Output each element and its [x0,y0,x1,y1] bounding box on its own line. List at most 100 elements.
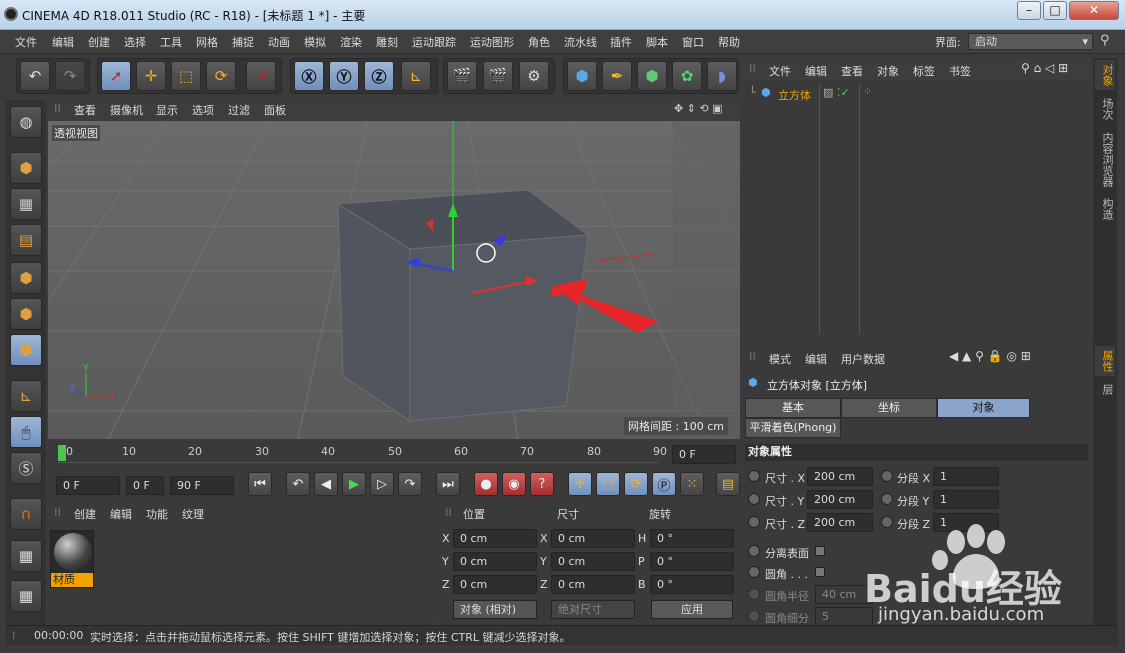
menu-help[interactable]: 帮助 [718,34,740,50]
render-view-icon[interactable]: 🎬 [447,61,477,91]
go-to-end-icon[interactable]: ⏭ [436,472,460,496]
radio[interactable] [748,588,760,600]
obj-menu-tags[interactable]: 标签 [913,63,935,79]
seg-x-input[interactable]: 1 [933,467,999,486]
viewport[interactable]: Y X Z 透视视图 网格间距 : 100 cm [48,121,740,439]
separate-surfaces-checkbox[interactable] [815,546,825,556]
search-icon[interactable]: ⚲ [1100,33,1110,48]
vp-menu-view[interactable]: 查看 [74,102,96,118]
key-rotation-icon[interactable]: ⟳ [624,472,648,496]
attr-menu-userdata[interactable]: 用户数据 [841,351,885,367]
key-position-icon[interactable]: ✛ [568,472,592,496]
menu-window[interactable]: 窗口 [682,34,704,50]
obj-menu-edit[interactable]: 编辑 [805,63,827,79]
menu-motion-tracking[interactable]: 运动跟踪 [412,34,456,50]
tweak-mode-icon[interactable]: 🖱 [10,416,42,448]
rot-b-field[interactable]: 0 ° [650,575,734,594]
prev-frame-icon[interactable]: ◀ [314,472,338,496]
radio[interactable] [881,470,893,482]
menu-edit[interactable]: 编辑 [52,34,74,50]
menu-script[interactable]: 脚本 [646,34,668,50]
move-icon[interactable]: ✛ [136,61,166,91]
pos-x-field[interactable]: 0 cm [453,529,537,548]
menu-sculpt[interactable]: 雕刻 [376,34,398,50]
vp-menu-cameras[interactable]: 摄像机 [110,102,143,118]
coord-mode-select[interactable]: 对象 (相对) [453,600,537,619]
object-row[interactable]: └ ⬢ 立方体 ▨ ⁚✓ ⁘ [743,84,1090,334]
obj-menu-file[interactable]: 文件 [769,63,791,79]
menu-pipeline[interactable]: 流水线 [564,34,597,50]
menu-create[interactable]: 创建 [88,34,110,50]
grid-workplane-icon[interactable]: ▦ [10,580,42,612]
end-frame-field[interactable]: 90 F [170,476,234,495]
attr-menu-edit[interactable]: 编辑 [805,351,827,367]
radio[interactable] [748,516,760,528]
record-keys-icon[interactable]: ● [474,472,498,496]
side-tab-layers[interactable]: 层 [1095,380,1115,399]
menu-plugins[interactable]: 插件 [610,34,632,50]
attr-menu-mode[interactable]: 模式 [769,351,791,367]
rot-h-field[interactable]: 0 ° [650,529,734,548]
timeline-playhead[interactable] [58,445,66,461]
pos-y-field[interactable]: 0 cm [453,552,537,571]
start-frame-field[interactable]: 0 F [56,476,120,495]
live-select-icon[interactable]: ➚ [101,61,131,91]
timeline[interactable]: 0 10 20 30 40 50 60 70 80 90 0 F [48,441,740,467]
object-name[interactable]: 立方体 [778,87,811,103]
render-settings-icon[interactable]: ⚙ [519,61,549,91]
side-tab-takes[interactable]: 场次 [1095,94,1115,124]
tab-phong[interactable]: 平滑着色(Phong) [745,418,841,438]
menu-select[interactable]: 选择 [124,34,146,50]
scale-icon[interactable]: ⬚ [171,61,201,91]
menu-mograph[interactable]: 运动图形 [470,34,514,50]
pos-z-field[interactable]: 0 cm [453,575,537,594]
preview-start-field[interactable]: 0 F [126,476,164,495]
menu-simulate[interactable]: 模拟 [304,34,326,50]
rot-p-field[interactable]: 0 ° [650,552,734,571]
radio[interactable] [881,493,893,505]
side-tab-objects[interactable]: 对象 [1095,60,1115,90]
y-axis-icon[interactable]: Ⓨ [329,61,359,91]
radio[interactable] [748,545,760,557]
snap-icon[interactable]: Ⓢ [10,452,42,484]
go-to-start-icon[interactable]: ⏮ [248,472,272,496]
model-mode-icon[interactable]: ⬢ [10,152,42,184]
tag-icon[interactable]: ⁘ [863,85,872,98]
size-z-field[interactable]: 0 cm [551,575,635,594]
magnet-icon[interactable]: ∩ [10,498,42,530]
layout-select[interactable]: 启动 ▾ [968,33,1093,50]
points-mode-icon[interactable]: ⬢ [10,262,42,294]
apply-button[interactable]: 应用 [651,600,733,619]
rotate-icon[interactable]: ⟳ [206,61,236,91]
z-axis-icon[interactable]: Ⓩ [364,61,394,91]
obj-nav-icons[interactable]: ⚲ ⌂ ◁ ⊞ [1021,61,1068,75]
minimize-button[interactable]: – [1017,1,1041,20]
radio[interactable] [748,493,760,505]
menu-tools[interactable]: 工具 [160,34,182,50]
vp-menu-options[interactable]: 选项 [192,102,214,118]
menu-render[interactable]: 渲染 [340,34,362,50]
recent-tool-icon[interactable]: ➚ [246,61,276,91]
material-item[interactable]: 材质 [50,530,94,588]
size-y-input[interactable]: 200 cm [807,490,873,509]
size-y-field[interactable]: 0 cm [551,552,635,571]
keyframe-selection-icon[interactable]: ? [530,472,554,496]
menu-file[interactable]: 文件 [15,34,37,50]
coordinate-system-icon[interactable]: ⊾ [401,61,431,91]
menu-snap[interactable]: 捕捉 [232,34,254,50]
side-tab-content-browser[interactable]: 内容浏览器 [1095,128,1115,191]
prev-key-icon[interactable]: ↶ [286,472,310,496]
tab-basic[interactable]: 基本 [745,398,841,418]
key-parameter-icon[interactable]: Ⓟ [652,472,676,496]
next-frame-icon[interactable]: ▷ [370,472,394,496]
obj-menu-objects[interactable]: 对象 [877,63,899,79]
play-icon[interactable]: ▶ [342,472,366,496]
polygons-mode-icon[interactable]: ⬢ [10,334,42,366]
current-frame-field[interactable]: 0 F [672,445,736,464]
radio[interactable] [748,470,760,482]
axis-mode-icon[interactable]: ⊾ [10,380,42,412]
undo-icon[interactable]: ↶ [20,61,50,91]
size-x-input[interactable]: 200 cm [807,467,873,486]
vp-menu-display[interactable]: 显示 [156,102,178,118]
next-key-icon[interactable]: ↷ [398,472,422,496]
